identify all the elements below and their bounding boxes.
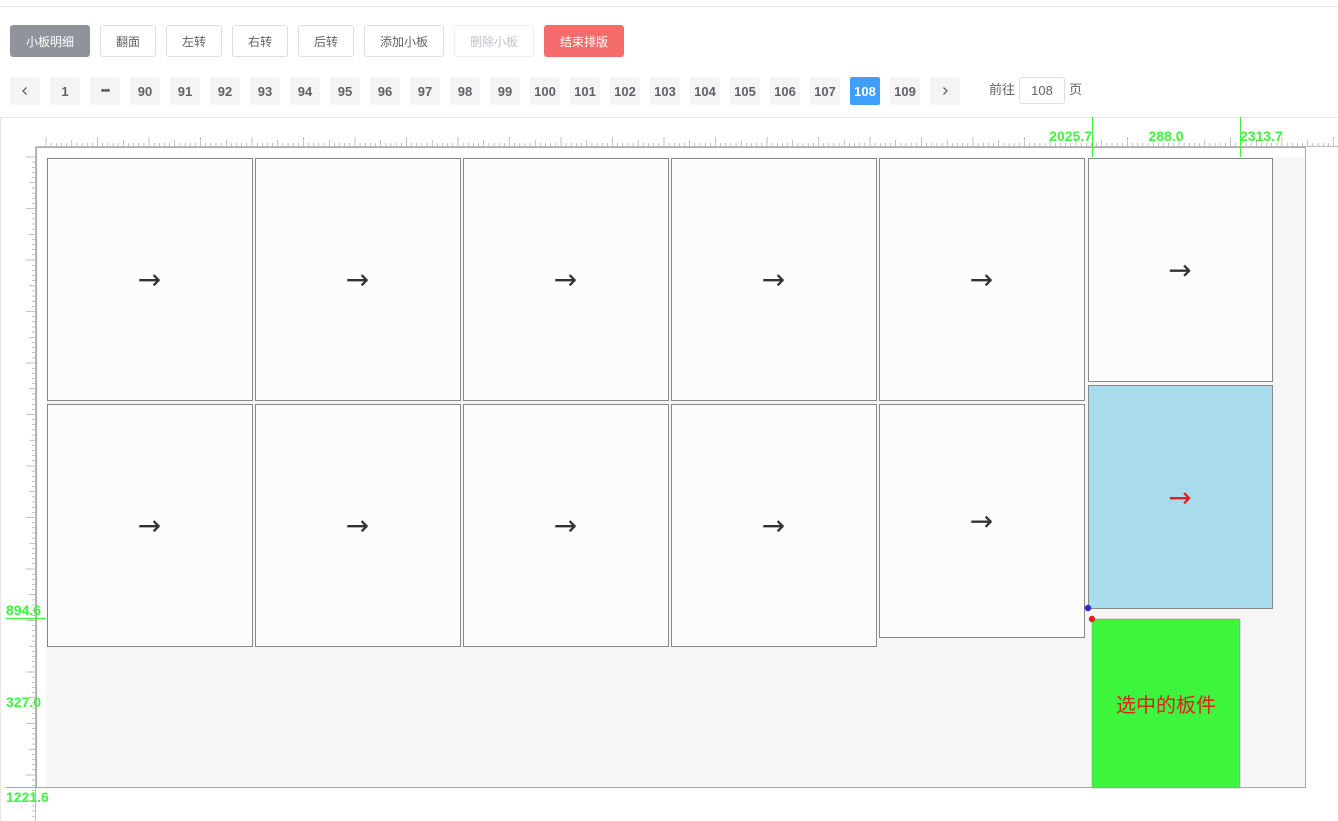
left-ruler <box>26 147 36 821</box>
page-button[interactable]: 105 <box>730 77 760 105</box>
chevron-left-icon <box>22 87 27 95</box>
next-page-button[interactable] <box>930 77 960 105</box>
guide-width-label: 288.0 <box>1148 128 1183 144</box>
flip-button[interactable]: 翻面 <box>100 25 156 57</box>
panel-direction-arrow: → <box>138 263 161 296</box>
layout-svg[interactable]: →→→→→→→→→→→ → 选中的板件 2025.7 288.0 2313.7 … <box>0 117 1338 821</box>
page-button[interactable]: 109 <box>890 77 920 105</box>
page-button[interactable]: 104 <box>690 77 720 105</box>
goto-suffix-label: 页 <box>1069 83 1083 98</box>
page-button[interactable]: 94 <box>290 77 320 105</box>
goto-page-input[interactable] <box>1019 77 1065 104</box>
top-ruler <box>36 137 1338 147</box>
panel-direction-arrow: → <box>970 263 993 296</box>
guide-left-x-label: 2025.7 <box>1049 128 1092 144</box>
page-button[interactable]: 93 <box>250 77 280 105</box>
rotate-back-button[interactable]: 后转 <box>298 25 354 57</box>
delete-panel-button[interactable]: 删除小板 <box>454 25 534 57</box>
rotate-right-button[interactable]: 右转 <box>232 25 288 57</box>
page-button[interactable]: 100 <box>530 77 560 105</box>
guide-top-y-label: 894.6 <box>6 602 41 618</box>
guide-height-label: 327.0 <box>6 694 41 710</box>
page-button[interactable]: 95 <box>330 77 360 105</box>
panel-direction-arrow: → <box>346 263 369 296</box>
panel-direction-arrow: → <box>554 509 577 542</box>
guide-right-x-label: 2313.7 <box>1240 128 1283 144</box>
panel-direction-arrow: → <box>762 263 785 296</box>
page-button[interactable]: 90 <box>130 77 160 105</box>
selected-panel-label: 选中的板件 <box>1116 693 1216 717</box>
page-button-first[interactable]: 1 <box>50 77 80 105</box>
page-button[interactable]: 91 <box>170 77 200 105</box>
page-button[interactable]: 92 <box>210 77 240 105</box>
panel-direction-arrow: → <box>346 509 369 542</box>
page-button[interactable]: 108 <box>850 77 880 105</box>
page-button[interactable]: 106 <box>770 77 800 105</box>
chevron-right-icon <box>943 87 948 95</box>
add-panel-button[interactable]: 添加小板 <box>364 25 444 57</box>
goto-prefix-label: 前往 <box>989 83 1016 98</box>
guide-bottom-y-label: 1221.6 <box>6 789 49 805</box>
page-ellipsis-button[interactable]: ••• <box>90 77 120 105</box>
panel-direction-arrow: → <box>762 509 785 542</box>
page-button[interactable]: 103 <box>650 77 680 105</box>
panel-direction-arrow: → <box>138 509 161 542</box>
prev-page-button[interactable] <box>10 77 40 105</box>
red-anchor-marker <box>1088 615 1096 623</box>
blue-anchor-marker <box>1084 604 1092 612</box>
page-button[interactable]: 97 <box>410 77 440 105</box>
panel-direction-arrow: → <box>554 263 577 296</box>
panel-direction-arrow: → <box>1168 254 1191 287</box>
page-button[interactable]: 98 <box>450 77 480 105</box>
finish-layout-button[interactable]: 结束排版 <box>544 25 624 57</box>
page-button[interactable]: 96 <box>370 77 400 105</box>
page-button[interactable]: 101 <box>570 77 600 105</box>
page-button[interactable]: 107 <box>810 77 840 105</box>
top-divider <box>0 6 1338 7</box>
page-button[interactable]: 99 <box>490 77 520 105</box>
layout-canvas[interactable]: → → → → → → → → → → → → 选中的板件 2025.7 288.0 2313.7 … <box>0 117 1338 821</box>
highlighted-panel-arrow: → <box>1168 481 1191 514</box>
panel-direction-arrow: → <box>970 505 993 538</box>
rotate-left-button[interactable]: 左转 <box>166 25 222 57</box>
panel-detail-button[interactable]: 小板明细 <box>10 25 90 57</box>
page-button[interactable]: 102 <box>610 77 640 105</box>
